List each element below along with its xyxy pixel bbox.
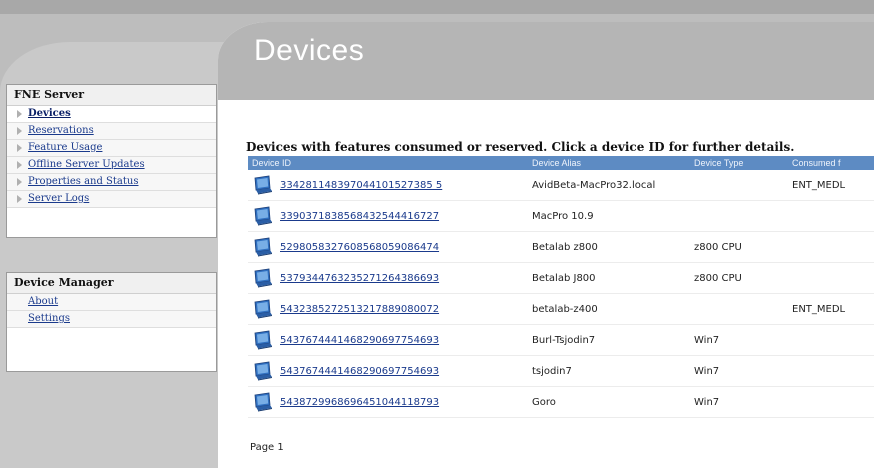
device-id-cell: 5437674441468290697754693 bbox=[248, 324, 528, 356]
fne-server-nav: FNE Server Devices Reservations Feature … bbox=[6, 84, 217, 238]
top-bar bbox=[0, 0, 874, 14]
monitor-icon bbox=[252, 206, 274, 226]
device-id-cell: 5438729968696451044118793 bbox=[248, 386, 528, 418]
monitor-icon bbox=[252, 237, 274, 257]
device-alias-cell: Goro bbox=[528, 386, 690, 418]
device-type-cell: Win7 bbox=[690, 324, 788, 356]
consumed-features-cell bbox=[788, 200, 874, 232]
device-id-link[interactable]: 5432385272513217889080072 bbox=[280, 304, 439, 315]
triangle-right-icon bbox=[17, 143, 22, 152]
device-alias-cell: Burl-Tsjodin7 bbox=[528, 324, 690, 356]
monitor-icon bbox=[252, 299, 274, 319]
device-type-cell: z800 CPU bbox=[690, 262, 788, 294]
device-manager-title: Device Manager bbox=[7, 273, 216, 294]
monitor-icon bbox=[252, 268, 274, 288]
sidebar-item-label: Reservations bbox=[28, 125, 94, 136]
sidebar-item-reservations[interactable]: Reservations bbox=[7, 123, 216, 140]
device-id-link[interactable]: 5379344763235271264386693 bbox=[280, 273, 439, 284]
sidebar-item-server-logs[interactable]: Server Logs bbox=[7, 191, 216, 208]
device-alias-cell: Betalab z800 bbox=[528, 231, 690, 263]
consumed-features-cell bbox=[788, 231, 874, 263]
device-id-link[interactable]: 5437674441468290697754693 bbox=[280, 366, 439, 377]
device-id-cell: 5432385272513217889080072 bbox=[248, 293, 528, 325]
device-type-cell bbox=[690, 293, 788, 325]
table-row: 3390371838568432544416727 MacPro 10.9 bbox=[248, 200, 874, 232]
sidebar-item-settings[interactable]: Settings bbox=[7, 311, 216, 328]
device-id-link[interactable]: 5298058327608568059086474 bbox=[280, 242, 439, 253]
device-alias-cell: MacPro 10.9 bbox=[528, 200, 690, 232]
sidebar-item-about[interactable]: About bbox=[7, 294, 216, 311]
pagination-label: Page 1 bbox=[250, 442, 284, 453]
device-type-cell: Win7 bbox=[690, 386, 788, 418]
device-id-cell: 5379344763235271264386693 bbox=[248, 262, 528, 294]
device-alias-cell: Betalab J800 bbox=[528, 262, 690, 294]
triangle-right-icon bbox=[17, 160, 22, 169]
device-id-cell: 5298058327608568059086474 bbox=[248, 231, 528, 263]
sidebar-item-label: Server Logs bbox=[28, 193, 90, 204]
monitor-icon bbox=[252, 175, 274, 195]
device-type-cell: Win7 bbox=[690, 355, 788, 387]
monitor-icon bbox=[252, 361, 274, 381]
column-header-consumed[interactable]: Consumed f bbox=[788, 156, 874, 170]
main-content: Devices Devices with features consumed o… bbox=[218, 22, 874, 468]
device-id-cell: 3390371838568432544416727 bbox=[248, 200, 528, 232]
table-row: 5438729968696451044118793 Goro Win7 bbox=[248, 386, 874, 418]
page-title: Devices bbox=[254, 34, 365, 67]
sidebar-item-properties-and-status[interactable]: Properties and Status bbox=[7, 174, 216, 191]
sidebar-item-label: Devices bbox=[28, 108, 71, 119]
consumed-features-cell bbox=[788, 262, 874, 294]
triangle-right-icon bbox=[17, 194, 22, 203]
consumed-features-cell: ENT_MEDL bbox=[788, 170, 874, 201]
device-id-cell: 5437674441468290697754693 bbox=[248, 355, 528, 387]
device-alias-cell: AvidBeta-MacPro32.local bbox=[528, 170, 690, 201]
sidebar-item-feature-usage[interactable]: Feature Usage bbox=[7, 140, 216, 157]
device-id-link[interactable]: 5437674441468290697754693 bbox=[280, 335, 439, 346]
column-header-device-alias[interactable]: Device Alias bbox=[528, 156, 690, 170]
device-id-link[interactable]: 3390371838568432544416727 bbox=[280, 211, 439, 222]
table-row: 5437674441468290697754693 Burl-Tsjodin7 Wi… bbox=[248, 324, 874, 356]
sidebar-item-label: Properties and Status bbox=[28, 176, 139, 187]
sidebar-item-label: Offline Server Updates bbox=[28, 159, 145, 170]
table-row: 5432385272513217889080072 betalab-z400 ENT… bbox=[248, 293, 874, 325]
consumed-features-cell bbox=[788, 355, 874, 387]
device-type-cell bbox=[690, 170, 788, 201]
table-row: 5379344763235271264386693 Betalab J800 z80… bbox=[248, 262, 874, 294]
triangle-right-icon bbox=[17, 177, 22, 186]
column-header-device-type[interactable]: Device Type bbox=[690, 156, 788, 170]
page-subtitle: Devices with features consumed or reserv… bbox=[246, 140, 795, 154]
device-manager-nav: Device Manager About Settings bbox=[6, 272, 217, 372]
table-row: 5437674441468290697754693 tsjodin7 Win7 bbox=[248, 355, 874, 387]
consumed-features-cell bbox=[788, 324, 874, 356]
table-row: 334281148397044101527385 5 AvidBeta-MacPr… bbox=[248, 170, 874, 201]
triangle-right-icon bbox=[17, 109, 22, 118]
device-type-cell: z800 CPU bbox=[690, 231, 788, 263]
devices-table: Device ID Device Alias Device Type Consu… bbox=[248, 156, 874, 418]
fne-server-title: FNE Server bbox=[7, 85, 216, 106]
consumed-features-cell: ENT_MEDL bbox=[788, 293, 874, 325]
device-alias-cell: betalab-z400 bbox=[528, 293, 690, 325]
monitor-icon bbox=[252, 392, 274, 412]
monitor-icon bbox=[252, 330, 274, 350]
column-header-device-id[interactable]: Device ID bbox=[248, 156, 528, 170]
device-id-link[interactable]: 334281148397044101527385 5 bbox=[280, 180, 442, 191]
device-type-cell bbox=[690, 200, 788, 232]
table-row: 5298058327608568059086474 Betalab z800 z80… bbox=[248, 231, 874, 263]
device-id-link[interactable]: 5438729968696451044118793 bbox=[280, 397, 439, 408]
triangle-right-icon bbox=[17, 126, 22, 135]
device-id-cell: 334281148397044101527385 5 bbox=[248, 170, 528, 201]
sidebar-item-offline-server-updates[interactable]: Offline Server Updates bbox=[7, 157, 216, 174]
sidebar-item-label: Feature Usage bbox=[28, 142, 103, 153]
sidebar-item-devices[interactable]: Devices bbox=[7, 106, 216, 123]
device-alias-cell: tsjodin7 bbox=[528, 355, 690, 387]
table-header-row: Device ID Device Alias Device Type Consu… bbox=[248, 156, 874, 170]
consumed-features-cell bbox=[788, 386, 874, 418]
